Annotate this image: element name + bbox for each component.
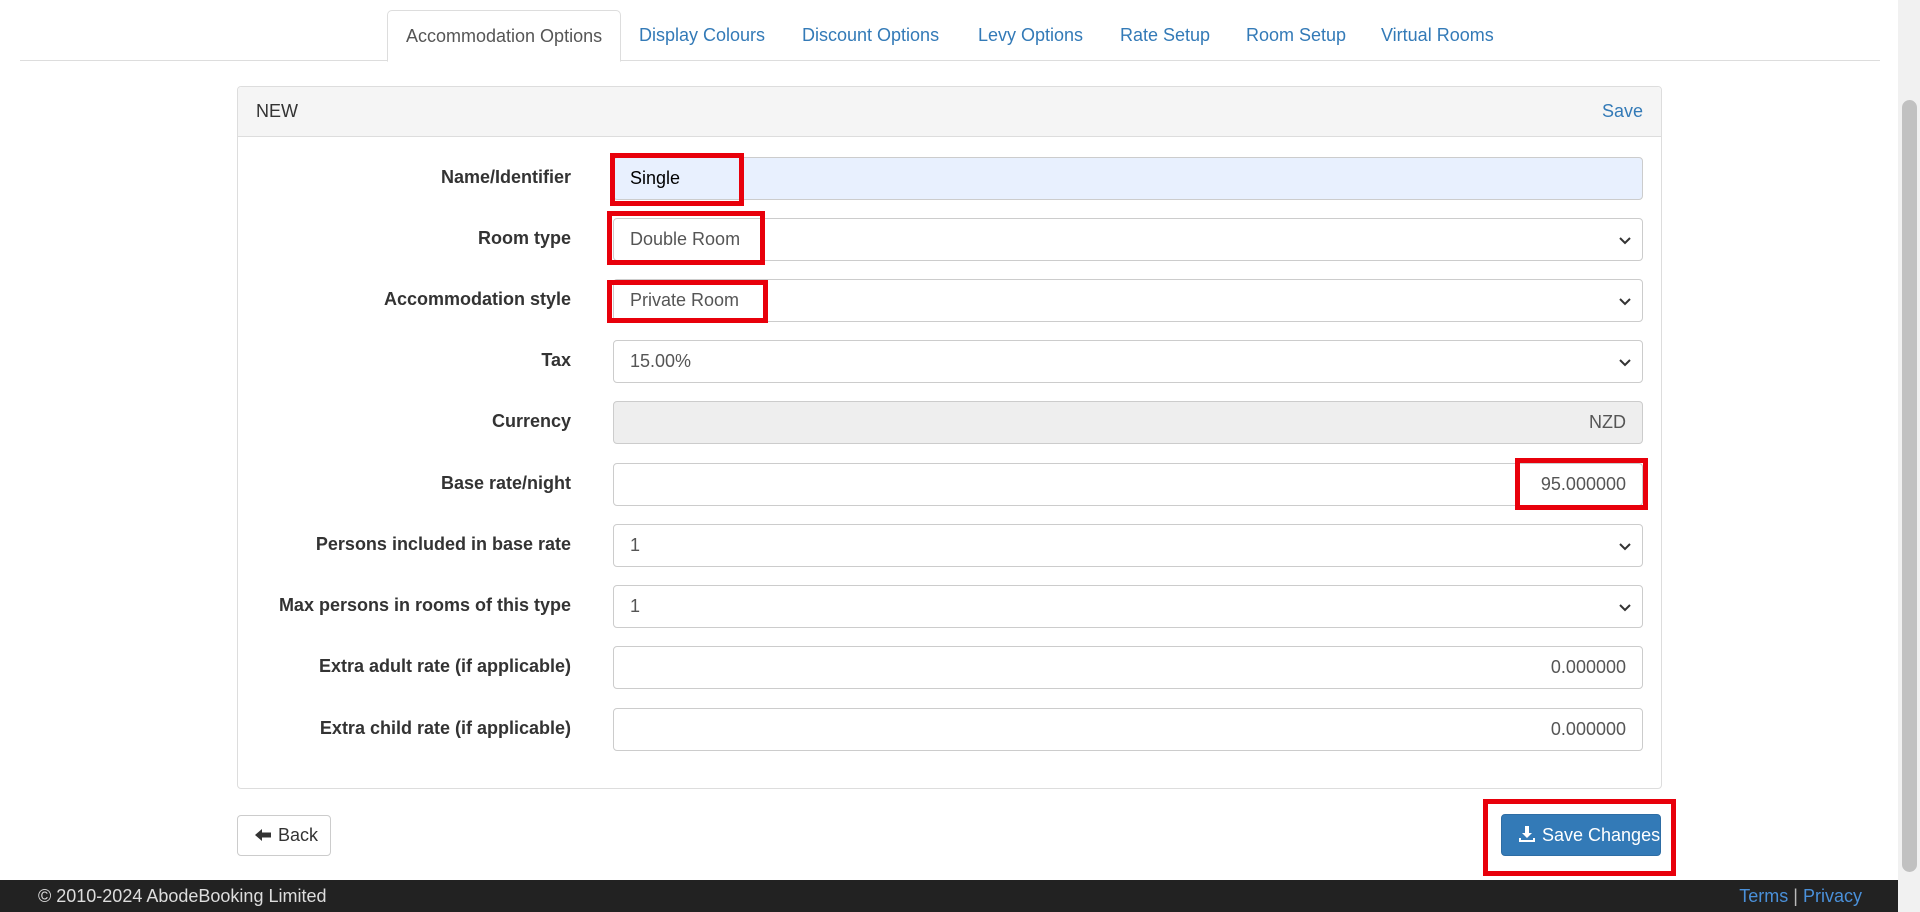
persons-included-value: 1 (630, 535, 641, 555)
tab-levy-options[interactable]: Levy Options (978, 10, 1083, 61)
panel-save-link[interactable]: Save (1602, 101, 1643, 122)
page-footer: © 2010-2024 AbodeBooking Limited Terms |… (0, 880, 1898, 912)
currency-field: NZD (613, 401, 1643, 444)
tab-discount-options[interactable]: Discount Options (802, 10, 939, 61)
page-scrollbar[interactable] (1898, 0, 1920, 912)
room-type-label: Room type (477, 228, 571, 248)
accommodation-style-label: Accommodation style (383, 289, 571, 309)
tab-rate-setup[interactable]: Rate Setup (1120, 10, 1210, 61)
tax-value: 15.00% (630, 351, 692, 371)
persons-included-label: Persons included in base rate (315, 534, 571, 554)
name-input[interactable] (613, 157, 1643, 200)
save-changes-label: Save Changes (1542, 825, 1661, 845)
room-type-value: Double Room (630, 229, 741, 249)
max-persons-select[interactable]: 1 (613, 585, 1643, 628)
save-changes-button[interactable]: Save Changes (1501, 814, 1661, 856)
tax-select[interactable]: 15.00% (613, 340, 1643, 383)
panel-heading: NEW Save (238, 87, 1661, 137)
name-label: Name/Identifier (440, 167, 571, 187)
settings-tabs: Accommodation Options Display Colours Di… (20, 10, 1880, 62)
chevron-down-icon (1619, 604, 1631, 612)
footer-separator: | (1793, 886, 1798, 906)
tab-room-setup[interactable]: Room Setup (1246, 10, 1346, 61)
back-button[interactable]: Back (237, 815, 331, 856)
panel-title: NEW (256, 101, 298, 121)
tab-display-colours[interactable]: Display Colours (639, 10, 765, 61)
chevron-down-icon (1619, 237, 1631, 245)
max-persons-label: Max persons in rooms of this type (278, 595, 571, 615)
base-rate-label: Base rate/night (440, 473, 571, 493)
persons-included-select[interactable]: 1 (613, 524, 1643, 567)
tax-label: Tax (541, 350, 571, 370)
back-button-label: Back (278, 825, 319, 845)
room-type-select[interactable]: Double Room (613, 218, 1643, 261)
extra-adult-input[interactable]: 0.000000 (613, 646, 1643, 689)
extra-adult-label: Extra adult rate (if applicable) (318, 656, 571, 676)
extra-child-label: Extra child rate (if applicable) (319, 718, 571, 738)
chevron-down-icon (1619, 359, 1631, 367)
chevron-down-icon (1619, 543, 1631, 551)
arrow-left-icon (255, 829, 271, 841)
footer-copyright: © 2010-2024 AbodeBooking Limited (38, 886, 327, 906)
base-rate-input[interactable]: 95.000000 (613, 463, 1643, 506)
accommodation-style-value: Private Room (630, 290, 740, 310)
chevron-down-icon (1619, 298, 1631, 306)
footer-links: Terms | Privacy (1739, 886, 1862, 907)
accommodation-style-select[interactable]: Private Room (613, 279, 1643, 322)
tab-accommodation-options[interactable]: Accommodation Options (387, 10, 622, 62)
scrollbar-thumb[interactable] (1902, 100, 1917, 872)
extra-child-input[interactable]: 0.000000 (613, 708, 1643, 751)
tab-virtual-rooms[interactable]: Virtual Rooms (1381, 10, 1494, 61)
accommodation-form-panel: NEW Save Name/Identifier Room type Doubl… (237, 86, 1662, 789)
privacy-link[interactable]: Privacy (1803, 886, 1862, 906)
download-icon (1519, 826, 1535, 842)
max-persons-value: 1 (630, 596, 641, 616)
currency-label: Currency (491, 411, 571, 431)
terms-link[interactable]: Terms (1739, 886, 1788, 906)
